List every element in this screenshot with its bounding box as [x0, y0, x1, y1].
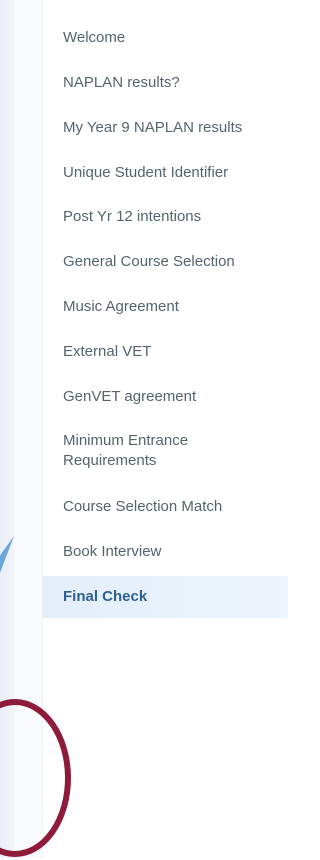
annotation-arrow-icon — [0, 536, 14, 573]
nav-item-final-check[interactable]: Final Check — [43, 576, 288, 618]
nav-item-minimum-entrance-requirements[interactable]: Minimum Entrance Requirements — [43, 431, 243, 471]
nav-item-naplan-results[interactable]: NAPLAN results? — [43, 73, 288, 93]
nav-item-post-yr-12-intentions[interactable]: Post Yr 12 intentions — [43, 207, 288, 227]
nav-item-genvet-agreement[interactable]: GenVET agreement — [43, 387, 288, 407]
nav-item-my-year-9-naplan-results[interactable]: My Year 9 NAPLAN results — [43, 118, 288, 138]
nav-item-welcome[interactable]: Welcome — [43, 28, 288, 48]
nav-item-course-selection-match[interactable]: Course Selection Match — [43, 497, 288, 517]
nav-item-external-vet[interactable]: External VET — [43, 342, 288, 362]
nav-item-general-course-selection[interactable]: General Course Selection — [43, 252, 288, 272]
nav-item-unique-student-identifier[interactable]: Unique Student Identifier — [43, 163, 288, 183]
nav-item-book-interview[interactable]: Book Interview — [43, 542, 288, 562]
nav-item-music-agreement[interactable]: Music Agreement — [43, 297, 288, 317]
annotation-circle-icon — [0, 699, 71, 857]
